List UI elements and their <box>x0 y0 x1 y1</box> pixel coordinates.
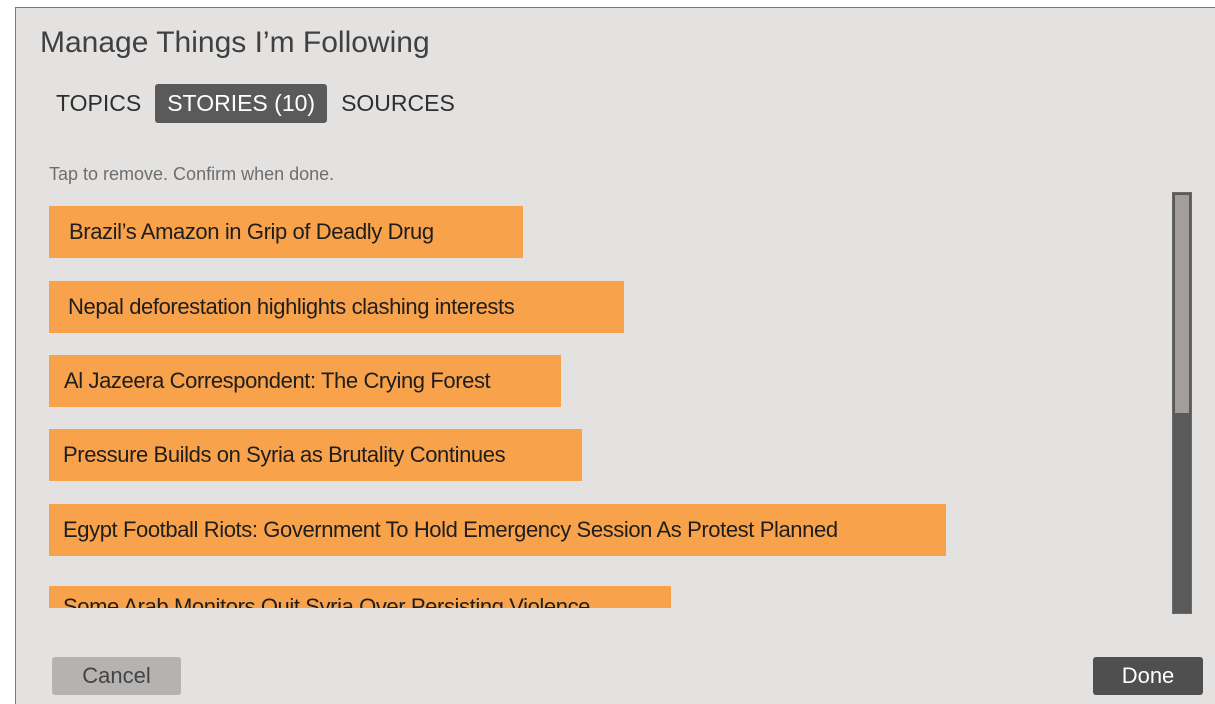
tab-topics[interactable]: TOPICS <box>52 84 153 123</box>
stories-list[interactable]: Brazil’s Amazon in Grip of Deadly Drug N… <box>49 206 1149 608</box>
story-item[interactable]: Al Jazeera Correspondent: The Crying For… <box>49 355 561 407</box>
manage-following-dialog: Manage Things I’m Following TOPICS STORI… <box>15 7 1215 704</box>
stories-scrollbar[interactable] <box>1172 192 1192 614</box>
instruction-text: Tap to remove. Confirm when done. <box>49 164 335 184</box>
story-item[interactable]: Some Arab Monitors Quit Syria Over Persi… <box>49 586 671 608</box>
tab-sources[interactable]: SOURCES <box>329 84 467 123</box>
story-item[interactable]: Brazil’s Amazon in Grip of Deadly Drug <box>49 206 523 258</box>
story-item[interactable]: Pressure Builds on Syria as Brutality Co… <box>49 429 582 481</box>
story-item[interactable]: Egypt Football Riots: Government To Hold… <box>49 504 946 556</box>
tab-stories[interactable]: STORIES (10) <box>155 84 328 123</box>
cancel-button[interactable]: Cancel <box>52 657 181 695</box>
story-item[interactable]: Nepal deforestation highlights clashing … <box>49 281 624 333</box>
dialog-title: Manage Things I’m Following <box>40 26 430 59</box>
tab-bar: TOPICS STORIES (10) SOURCES <box>52 84 469 123</box>
scrollbar-thumb[interactable] <box>1175 195 1189 413</box>
done-button[interactable]: Done <box>1093 657 1203 695</box>
